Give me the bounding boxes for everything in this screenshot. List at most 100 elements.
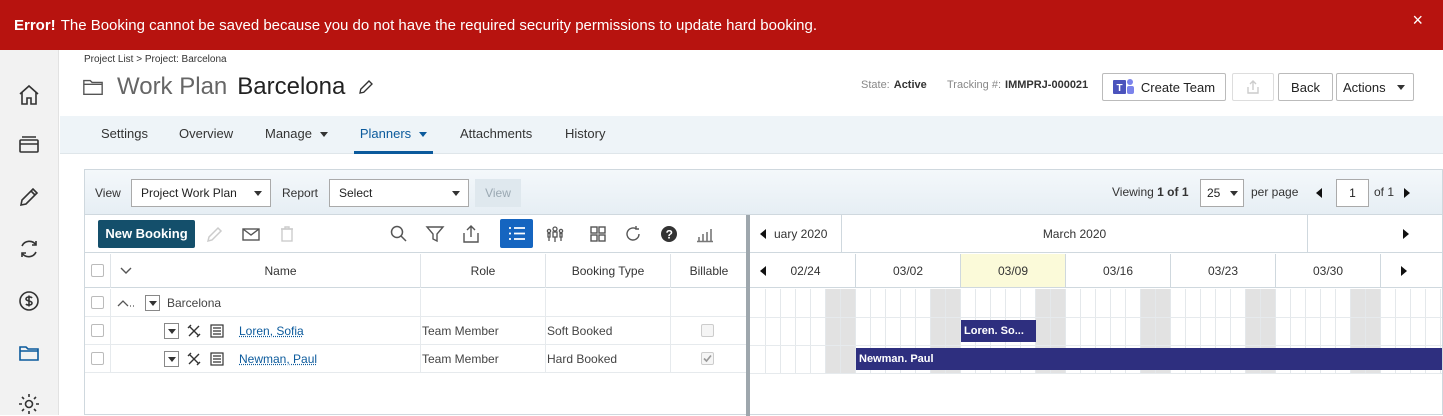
- search-icon[interactable]: [389, 224, 409, 244]
- per-page-value: 25: [1207, 186, 1220, 200]
- tab-history[interactable]: History: [565, 116, 605, 154]
- grid-icon[interactable]: [588, 224, 608, 244]
- next-week-icon[interactable]: [1401, 266, 1407, 276]
- row-menu-dropdown[interactable]: [164, 351, 179, 367]
- collapse-icon[interactable]: [117, 298, 135, 308]
- tab-planners[interactable]: Planners: [354, 116, 433, 154]
- mail-icon[interactable]: [241, 224, 261, 244]
- view-select[interactable]: Project Work Plan: [131, 179, 271, 207]
- group-row: Barcelona: [85, 289, 747, 317]
- booking-bar[interactable]: Loren. So...: [961, 320, 1036, 342]
- billable-checkbox: [701, 352, 714, 365]
- tab-overview[interactable]: Overview: [179, 116, 233, 154]
- refresh-icon[interactable]: [623, 224, 643, 244]
- row-menu-dropdown[interactable]: [164, 323, 179, 339]
- prev-month-icon[interactable]: [760, 229, 766, 239]
- week-header: 03/30: [1276, 254, 1381, 288]
- select-all-checkbox[interactable]: [91, 264, 104, 277]
- booking-bar[interactable]: Newman. Paul: [856, 348, 1442, 370]
- row-checkbox[interactable]: [91, 324, 104, 337]
- billable-cell: [671, 345, 747, 373]
- edit-pencil-icon[interactable]: [357, 78, 375, 96]
- column-name[interactable]: Name: [141, 254, 421, 288]
- day-column: [796, 289, 811, 373]
- row-divider: [750, 317, 1442, 318]
- details-icon[interactable]: [209, 323, 225, 339]
- tab-manage[interactable]: Manage: [265, 116, 328, 154]
- tools-icon[interactable]: [187, 352, 201, 366]
- column-role[interactable]: Role: [421, 254, 546, 288]
- resource-link[interactable]: Loren, Sofia: [239, 317, 304, 345]
- folder-icon[interactable]: [17, 341, 41, 365]
- per-page-label: per page: [1251, 185, 1298, 199]
- column-billable[interactable]: Billable: [671, 254, 747, 288]
- group-booking-cell: [546, 289, 671, 317]
- page-input[interactable]: 1: [1336, 179, 1369, 207]
- week-label: 02/24: [790, 264, 820, 278]
- sync-icon[interactable]: [17, 237, 41, 261]
- week-label: 03/30: [1313, 264, 1343, 278]
- next-month-icon[interactable]: [1403, 229, 1409, 239]
- tab-label: Settings: [101, 126, 148, 141]
- title-project-name: Barcelona: [237, 73, 345, 101]
- row-checkbox[interactable]: [91, 296, 104, 309]
- group-menu-dropdown[interactable]: [145, 295, 160, 311]
- prev-page-icon[interactable]: [1316, 188, 1322, 198]
- new-booking-button[interactable]: New Booking: [98, 220, 195, 248]
- tools-icon[interactable]: [187, 324, 201, 338]
- team-icon[interactable]: [545, 224, 565, 244]
- tracking-label: Tracking #:: [947, 79, 1001, 91]
- help-icon[interactable]: ?: [659, 224, 679, 244]
- actions-dropdown[interactable]: Actions: [1336, 73, 1414, 101]
- table-row: Newman, Paul Team Member Hard Booked: [85, 345, 747, 373]
- report-select[interactable]: Select: [329, 179, 469, 207]
- edit-icon[interactable]: [205, 224, 225, 244]
- chart-icon[interactable]: [695, 224, 715, 244]
- name-cell: Newman, Paul: [111, 345, 421, 373]
- details-icon[interactable]: [209, 351, 225, 367]
- name-cell: Loren, Sofia: [111, 317, 421, 345]
- next-page-icon[interactable]: [1404, 188, 1410, 198]
- portfolio-icon[interactable]: [17, 133, 41, 157]
- create-team-button[interactable]: T Create Team: [1102, 73, 1226, 101]
- tab-bar: Settings Overview Manage Planners Attach…: [60, 116, 1443, 154]
- billable-cell: [671, 317, 747, 345]
- filter-icon[interactable]: [425, 224, 445, 244]
- page-of: of 1: [1374, 185, 1394, 199]
- main-content: Project List > Project: Barcelona Work P…: [60, 50, 1443, 415]
- viewing-prefix: Viewing: [1112, 185, 1154, 199]
- resource-link[interactable]: Newman, Paul: [239, 345, 317, 373]
- week-label: 03/02: [893, 264, 923, 278]
- pencil-icon[interactable]: [17, 185, 41, 209]
- view-button[interactable]: View: [475, 179, 521, 207]
- chevron-down-icon[interactable]: [120, 267, 132, 275]
- tab-attachments[interactable]: Attachments: [460, 116, 532, 154]
- back-button[interactable]: Back: [1278, 73, 1333, 101]
- home-icon[interactable]: [17, 83, 41, 107]
- grid-toolbar: New Booking ?: [85, 215, 747, 253]
- breadcrumb[interactable]: Project List > Project: Barcelona: [84, 54, 227, 65]
- prev-week-icon[interactable]: [760, 266, 766, 276]
- per-page-select[interactable]: 25: [1200, 179, 1244, 207]
- month-header: uary 2020: [750, 215, 842, 253]
- tab-label: Attachments: [460, 126, 532, 141]
- tab-settings[interactable]: Settings: [101, 116, 148, 154]
- dollar-icon[interactable]: [17, 289, 41, 313]
- chevron-down-icon: [452, 191, 460, 196]
- export-button[interactable]: [1232, 73, 1274, 101]
- teams-icon: T: [1113, 77, 1135, 97]
- grid-header: Name Role Booking Type Billable: [85, 254, 747, 288]
- list-view-button[interactable]: [500, 219, 533, 248]
- role-cell: Team Member: [421, 345, 546, 373]
- check-icon: [702, 353, 713, 364]
- group-role-cell: [421, 289, 546, 317]
- export-icon[interactable]: [461, 224, 481, 244]
- booking-type-cell: Soft Booked: [546, 317, 671, 345]
- row-checkbox[interactable]: [91, 352, 104, 365]
- settings-icon[interactable]: [17, 392, 41, 416]
- week-header: 02/24: [750, 254, 856, 288]
- column-booking-type[interactable]: Booking Type: [546, 254, 671, 288]
- close-icon[interactable]: ×: [1412, 10, 1423, 31]
- trash-icon[interactable]: [277, 224, 297, 244]
- svg-text:T: T: [1116, 83, 1122, 94]
